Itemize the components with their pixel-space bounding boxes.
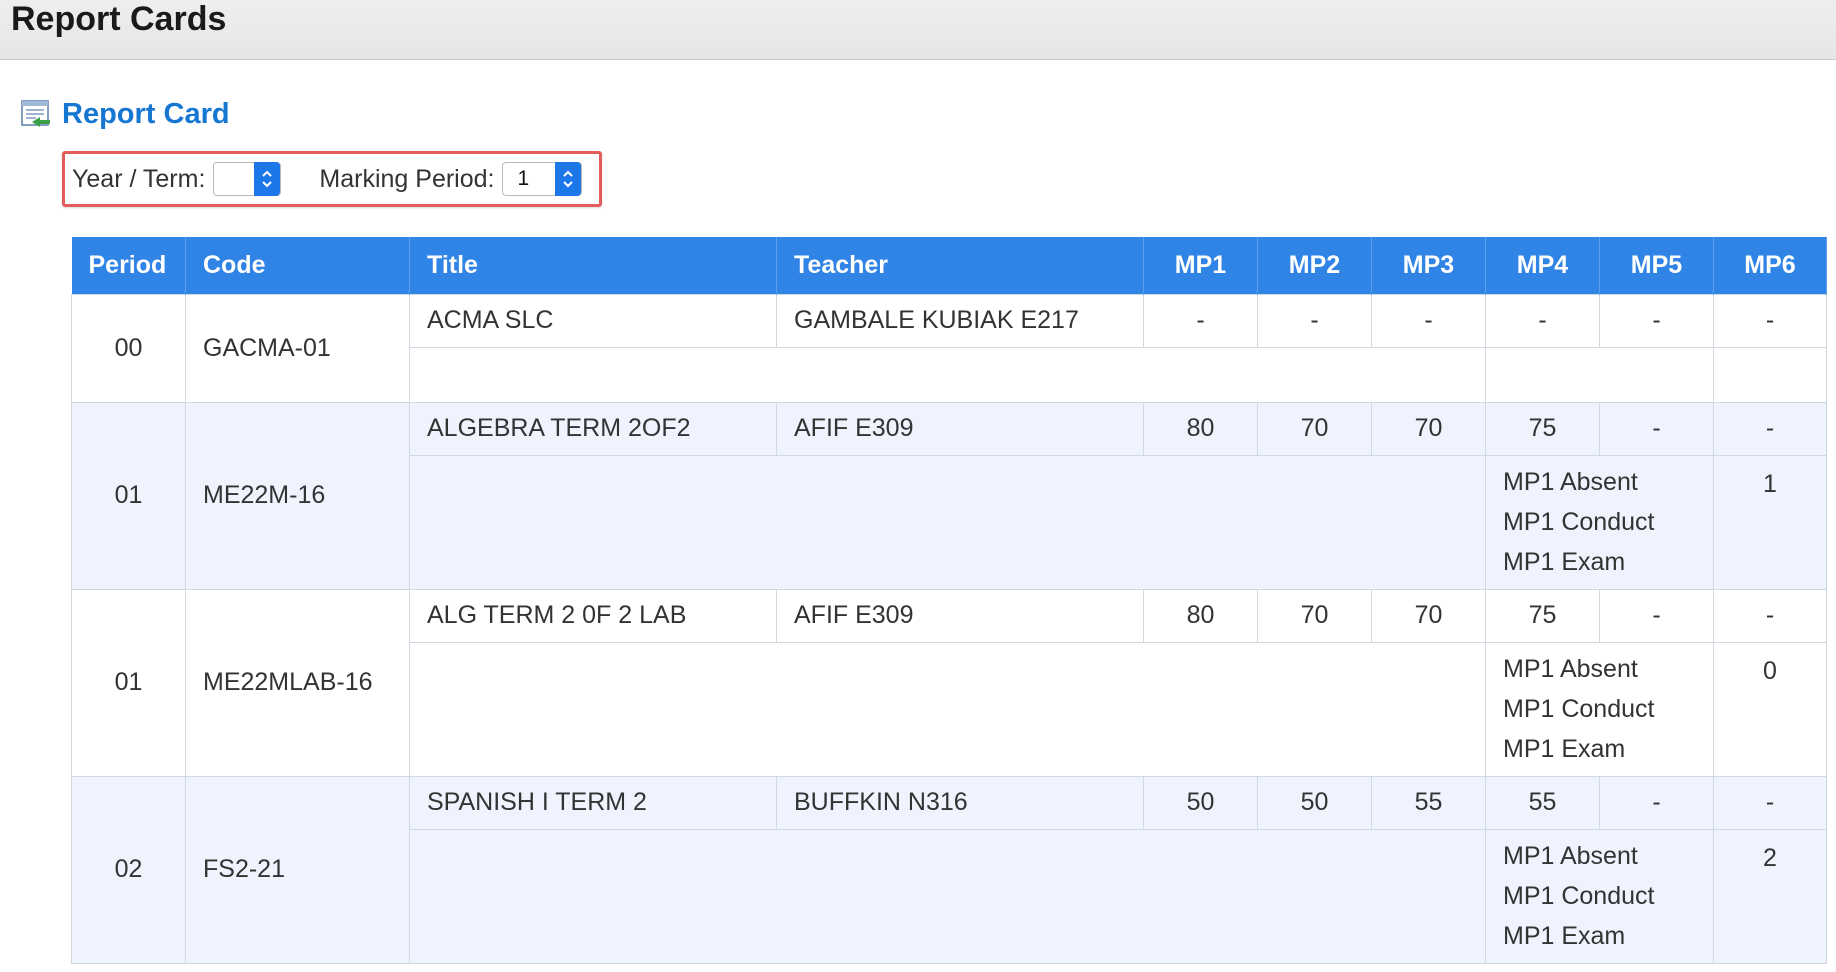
mp3-cell: 70: [1371, 588, 1486, 643]
report-card-link[interactable]: Report Card: [62, 96, 230, 132]
extra-label: MP1 Exam: [1503, 921, 1626, 950]
mp6-cell: -: [1713, 775, 1827, 830]
extra-label: MP1 Conduct: [1503, 694, 1655, 723]
mp1-cell: 50: [1143, 775, 1258, 830]
teacher-cell: BUFFKIN N316: [776, 775, 1144, 830]
extra-label: MP1 Absent: [1503, 841, 1638, 870]
column-header-mp1: MP1: [1143, 237, 1258, 294]
mp1-cell: -: [1143, 293, 1258, 348]
table-row: 00 GACMA-01 ACMA SLC GAMBALE KUBIAK E217…: [71, 293, 1827, 403]
column-header-code: Code: [185, 237, 410, 294]
marking-period-label: Marking Period:: [319, 164, 495, 193]
mp5-cell: -: [1599, 293, 1714, 348]
year-term-select[interactable]: [213, 162, 282, 196]
extra-value-cell: 1: [1713, 454, 1827, 590]
extra-label: MP1 Absent: [1503, 467, 1638, 496]
column-header-title: Title: [409, 237, 777, 294]
mp4-cell: 55: [1485, 775, 1600, 830]
code-cell: ME22MLAB-16: [185, 588, 410, 777]
mp4-cell: 75: [1485, 401, 1600, 456]
select-arrows-icon: [555, 162, 582, 196]
title-cell: SPANISH I TERM 2: [409, 775, 777, 830]
extra-value-cell: 2: [1713, 828, 1827, 964]
mp5-cell: -: [1599, 775, 1714, 830]
table-header-row: Period Code Title Teacher MP1 MP2 MP3 MP…: [71, 237, 1827, 294]
empty-extras-cell: [1485, 346, 1714, 403]
teacher-cell: AFIF E309: [776, 588, 1144, 643]
empty-detail-cell: [409, 346, 1486, 403]
mp3-cell: -: [1371, 293, 1486, 348]
column-header-period: Period: [71, 237, 186, 294]
column-header-mp4: MP4: [1485, 237, 1600, 294]
select-arrows-icon: [254, 162, 281, 196]
table-row: 01 ME22MLAB-16 ALG TERM 2 0F 2 LAB AFIF …: [71, 588, 1827, 777]
empty-detail-cell: [409, 641, 1486, 777]
column-header-teacher: Teacher: [776, 237, 1144, 294]
empty-extra-value-cell: [1713, 346, 1827, 403]
mp4-cell: -: [1485, 293, 1600, 348]
mp2-cell: 70: [1257, 588, 1372, 643]
mp2-cell: -: [1257, 293, 1372, 348]
extra-label: MP1 Conduct: [1503, 881, 1655, 910]
report-card-section-header: Report Card: [20, 96, 230, 132]
period-cell: 01: [71, 588, 186, 777]
teacher-cell: AFIF E309: [776, 401, 1144, 456]
mp5-cell: -: [1599, 588, 1714, 643]
mp4-cell: 75: [1485, 588, 1600, 643]
mp6-cell: -: [1713, 293, 1827, 348]
report-card-table: Period Code Title Teacher MP1 MP2 MP3 MP…: [71, 237, 1827, 964]
extras-cell: MP1 Absent MP1 Conduct MP1 Exam: [1485, 454, 1714, 590]
period-cell: 01: [71, 401, 186, 590]
column-header-mp5: MP5: [1599, 237, 1714, 294]
extras-cell: MP1 Absent MP1 Conduct MP1 Exam: [1485, 828, 1714, 964]
extra-label: MP1 Conduct: [1503, 507, 1655, 536]
page-title: Report Cards: [11, 0, 227, 38]
column-header-mp3: MP3: [1371, 237, 1486, 294]
title-cell: ACMA SLC: [409, 293, 777, 348]
mp2-cell: 50: [1257, 775, 1372, 830]
report-card-icon: [20, 98, 52, 130]
code-cell: GACMA-01: [185, 293, 410, 403]
mp5-cell: -: [1599, 401, 1714, 456]
mp1-cell: 80: [1143, 401, 1258, 456]
extra-label: MP1 Absent: [1503, 654, 1638, 683]
page-header: Report Cards: [0, 0, 1836, 60]
mp3-cell: 55: [1371, 775, 1486, 830]
year-term-label: Year / Term:: [72, 164, 206, 193]
extra-value-cell: 0: [1713, 641, 1827, 777]
period-cell: 02: [71, 775, 186, 964]
table-row: 01 ME22M-16 ALGEBRA TERM 2OF2 AFIF E309 …: [71, 401, 1827, 590]
extra-label: MP1 Exam: [1503, 734, 1626, 763]
mp3-cell: 70: [1371, 401, 1486, 456]
column-header-mp2: MP2: [1257, 237, 1372, 294]
extras-cell: MP1 Absent MP1 Conduct MP1 Exam: [1485, 641, 1714, 777]
mp6-cell: -: [1713, 588, 1827, 643]
column-header-mp6: MP6: [1713, 237, 1827, 294]
period-cell: 00: [71, 293, 186, 403]
mp6-cell: -: [1713, 401, 1827, 456]
mp1-cell: 80: [1143, 588, 1258, 643]
code-cell: FS2-21: [185, 775, 410, 964]
title-cell: ALG TERM 2 0F 2 LAB: [409, 588, 777, 643]
title-cell: ALGEBRA TERM 2OF2: [409, 401, 777, 456]
filter-bar: Year / Term: Marking Period: 1: [62, 151, 602, 207]
empty-detail-cell: [409, 454, 1486, 590]
mp2-cell: 70: [1257, 401, 1372, 456]
code-cell: ME22M-16: [185, 401, 410, 590]
extra-label: MP1 Exam: [1503, 547, 1626, 576]
table-row: 02 FS2-21 SPANISH I TERM 2 BUFFKIN N316 …: [71, 775, 1827, 964]
empty-detail-cell: [409, 828, 1486, 964]
marking-period-select[interactable]: 1: [502, 162, 583, 196]
teacher-cell: GAMBALE KUBIAK E217: [776, 293, 1144, 348]
